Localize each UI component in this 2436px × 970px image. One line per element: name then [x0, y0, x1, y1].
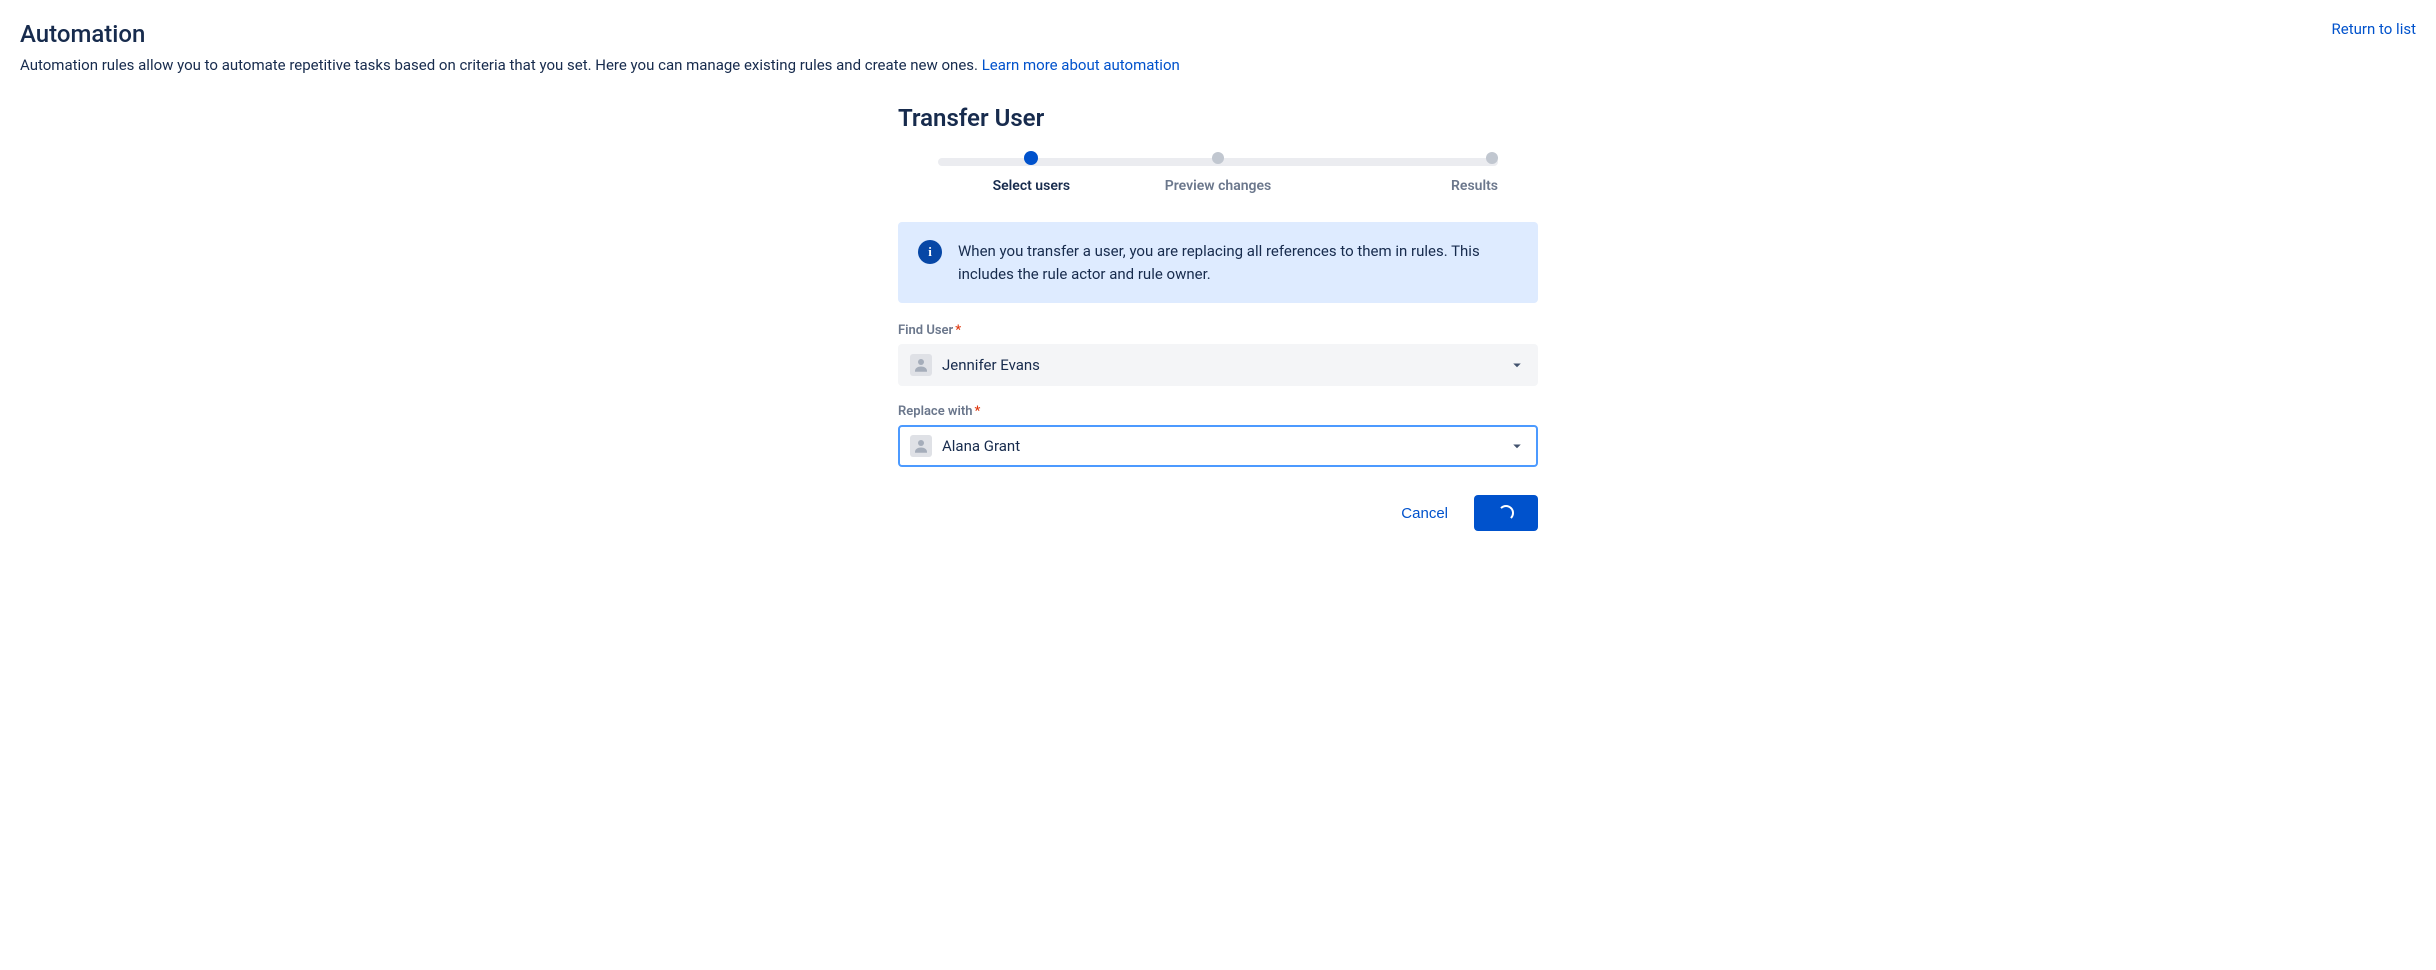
- replace-with-select[interactable]: Alana Grant: [898, 425, 1538, 467]
- chevron-down-icon: [1508, 437, 1526, 455]
- step-label-2: Preview changes: [1165, 178, 1271, 194]
- avatar-icon: [910, 435, 932, 457]
- learn-more-link[interactable]: Learn more about automation: [982, 56, 1180, 74]
- transfer-user-title: Transfer User: [898, 104, 1538, 132]
- avatar-icon: [910, 354, 932, 376]
- page-title: Automation: [20, 20, 145, 48]
- loading-spinner-icon: [1498, 505, 1514, 521]
- step-preview-changes: Preview changes: [1125, 152, 1312, 194]
- find-user-label-text: Find User: [898, 323, 953, 338]
- step-dot-active: [1024, 151, 1038, 165]
- step-label-1: Select users: [993, 178, 1071, 194]
- cancel-button[interactable]: Cancel: [1387, 497, 1462, 530]
- page-description: Automation rules allow you to automate r…: [20, 56, 2416, 74]
- progress-stepper: Select users Preview changes Results: [938, 152, 1498, 194]
- description-text: Automation rules allow you to automate r…: [20, 56, 982, 74]
- replace-with-label: Replace with*: [898, 404, 1538, 419]
- required-asterisk: *: [975, 404, 981, 419]
- step-results: Results: [1311, 152, 1498, 194]
- chevron-down-icon: [1508, 356, 1526, 374]
- step-dot: [1212, 152, 1224, 164]
- info-text: When you transfer a user, you are replac…: [958, 240, 1518, 285]
- find-user-label: Find User*: [898, 323, 1538, 338]
- replace-with-value: Alana Grant: [942, 437, 1020, 455]
- return-to-list-link[interactable]: Return to list: [2332, 20, 2416, 38]
- replace-with-label-text: Replace with: [898, 404, 973, 419]
- find-user-select[interactable]: Jennifer Evans: [898, 344, 1538, 386]
- step-dot: [1486, 152, 1498, 164]
- required-asterisk: *: [955, 323, 961, 338]
- step-label-3: Results: [1451, 178, 1498, 194]
- info-banner: i When you transfer a user, you are repl…: [898, 222, 1538, 303]
- info-icon: i: [918, 240, 942, 264]
- submit-button[interactable]: [1474, 495, 1538, 531]
- step-select-users: Select users: [938, 152, 1125, 194]
- find-user-value: Jennifer Evans: [942, 356, 1040, 374]
